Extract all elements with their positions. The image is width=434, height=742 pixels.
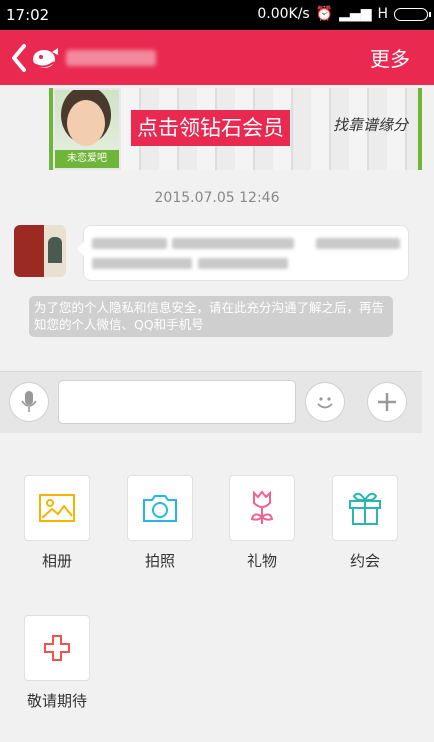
tool-gift[interactable]: 礼物 [217,475,307,571]
smiley-icon [317,397,333,409]
network-type: H [377,6,388,22]
voice-button[interactable] [9,382,49,422]
more-button[interactable]: 更多 [370,43,410,72]
rose-icon [250,490,274,524]
blurred-text [316,238,400,249]
alarm-icon: ⏰ [315,6,334,22]
tool-gift-box[interactable] [229,475,295,541]
input-bar [0,371,422,433]
blurred-text [198,258,288,269]
tool-camera-label: 拍照 [144,552,175,570]
tool-date-box[interactable] [332,475,398,541]
tool-album-label: 相册 [41,552,72,570]
microphone-icon [21,391,37,412]
message-bubble[interactable] [77,225,409,281]
status-icons: 0.00K/s ⏰ ▂▄▆ H [257,6,431,22]
more-tools-button[interactable] [367,382,407,422]
tool-camera-box[interactable] [127,475,193,541]
network-speed: 0.00K/s [257,6,310,22]
message-input[interactable] [58,380,296,424]
tool-coming-soon[interactable]: 敬请期待 [12,615,102,711]
tool-date-label: 约会 [349,552,380,570]
status-bar: 17:02 0.00K/s ⏰ ▂▄▆ H [0,0,434,30]
banner-face [67,100,105,146]
chat-header: 更多 [0,30,434,85]
blurred-text [92,238,167,249]
photo-album-icon [39,494,75,522]
tool-album-box[interactable] [24,475,90,541]
back-icon[interactable] [10,42,70,74]
contact-avatar[interactable] [14,225,66,277]
message-timestamp: 2015.07.05 12:46 [154,190,280,206]
camera-icon [143,495,177,522]
signal-icon: ▂▄▆ [339,6,372,22]
banner-photo: 未恋爱吧 [55,90,119,168]
tool-coming-soon-box[interactable] [24,615,90,681]
plus-icon [44,635,70,661]
blurred-text [92,258,192,269]
tool-coming-soon-label: 敬请期待 [26,692,87,710]
tool-gift-label: 礼物 [246,552,277,570]
tool-album[interactable]: 相册 [12,475,102,571]
tool-date[interactable]: 约会 [320,475,410,571]
gift-box-icon [349,492,381,525]
contact-name-blurred [66,50,156,66]
plus-icon [378,393,396,411]
vip-banner[interactable]: 未恋爱吧 点击领钻石会员 找靠谱缘分 [49,88,422,170]
battery-icon [394,7,431,21]
banner-script-text: 找靠谱缘分 [332,116,408,134]
banner-photo-tag: 未恋爱吧 [55,150,119,168]
status-time: 17:02 [6,6,50,24]
emoji-button[interactable] [305,382,345,422]
tool-camera[interactable]: 拍照 [115,475,205,571]
privacy-notice: 为了您的个人隐私和信息安全，请在此充分沟通了解之后，再告知您的个人微信、QQ和手… [29,296,393,337]
blurred-text [172,238,294,249]
banner-headline: 点击领钻石会员 [131,110,290,146]
